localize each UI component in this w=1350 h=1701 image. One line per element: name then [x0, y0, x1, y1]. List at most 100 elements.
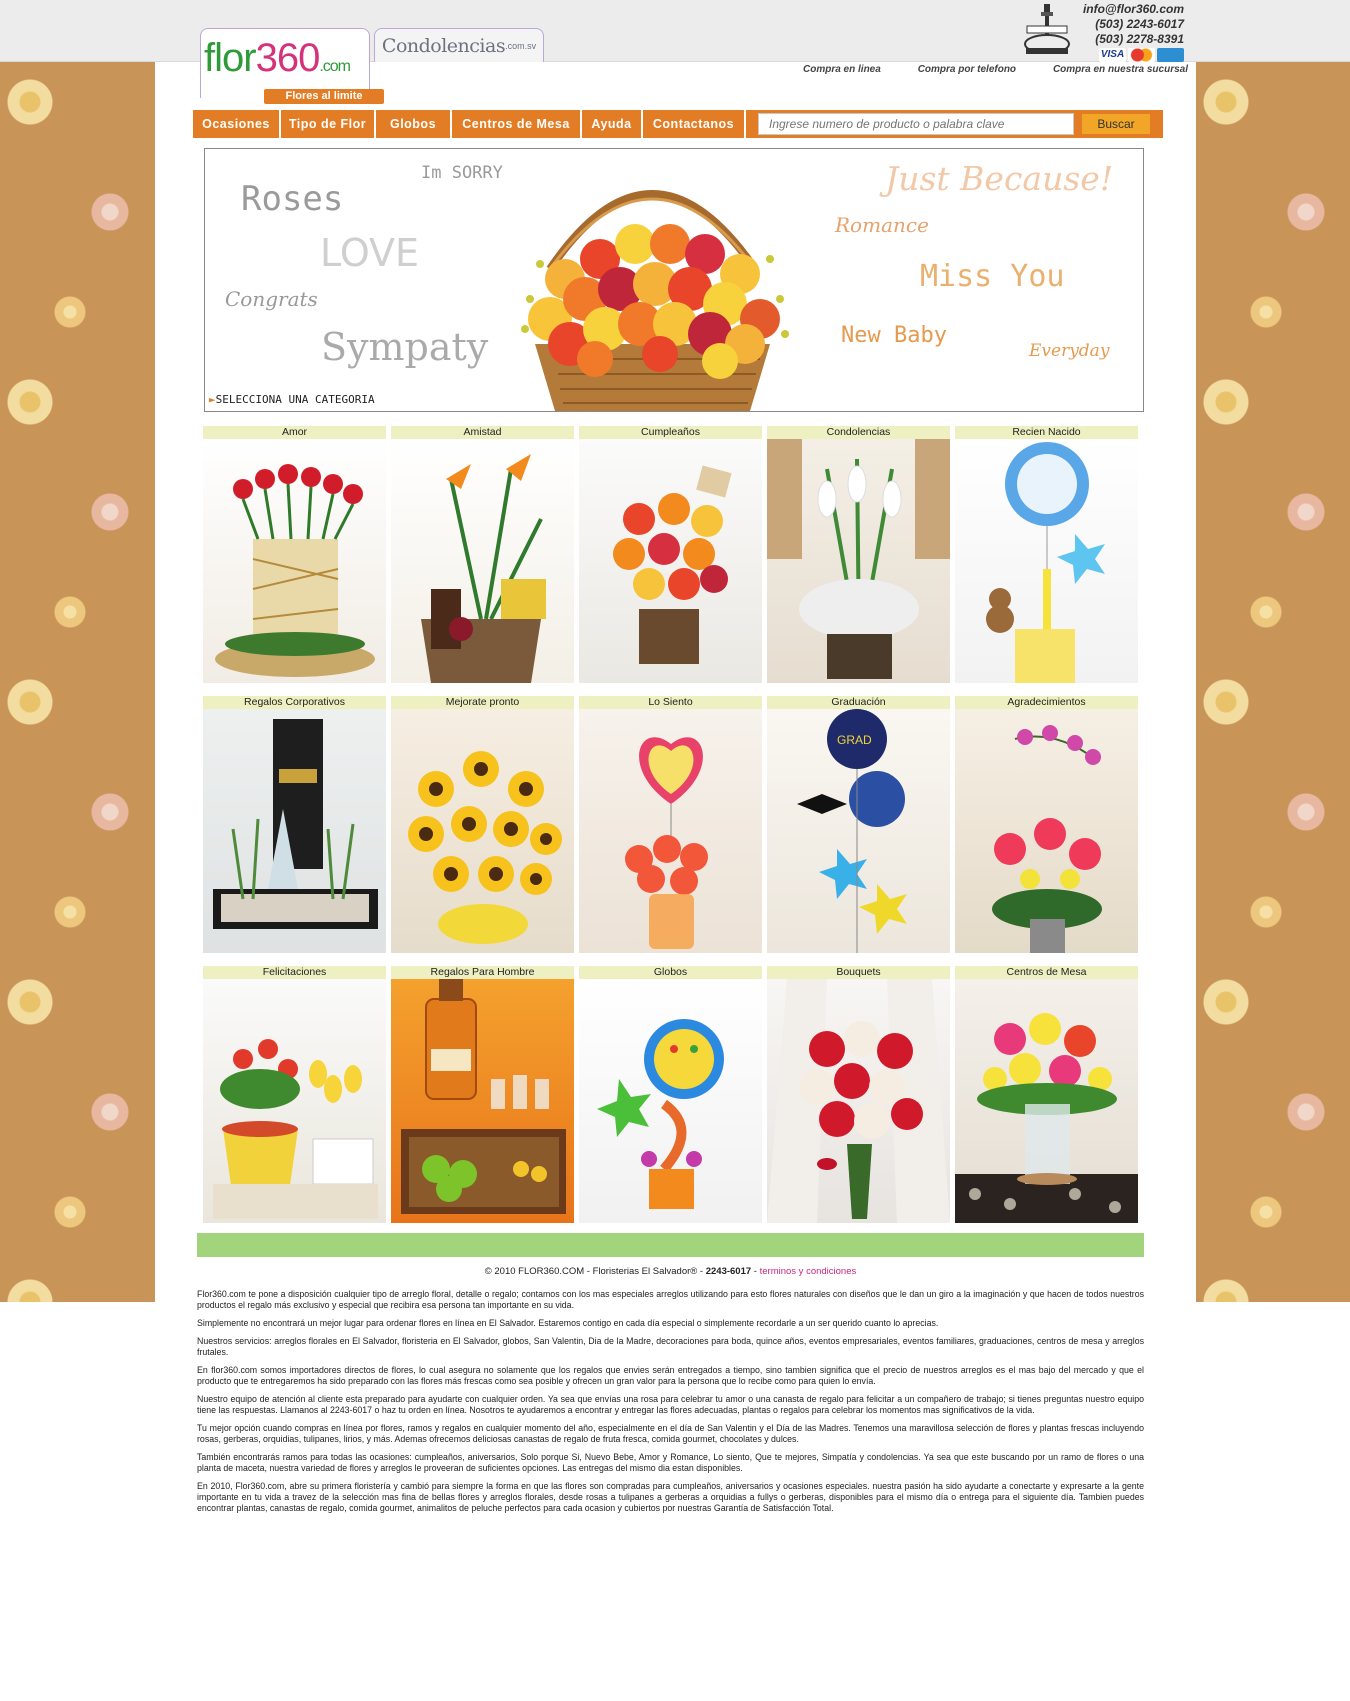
category-label[interactable]: Felicitaciones [203, 966, 386, 979]
nav-centros-de-mesa[interactable]: Centros de Mesa [452, 110, 582, 138]
category-image-recien-nacido[interactable] [955, 439, 1138, 683]
nav-ocasiones[interactable]: Ocasiones [193, 110, 281, 138]
orange-arrow-icon: ► [209, 393, 216, 406]
banner-word-just-because[interactable]: Just Because! [885, 159, 1113, 198]
condolencias-tab[interactable]: Condolencias .com.sv [374, 28, 544, 62]
search-input[interactable] [758, 113, 1074, 135]
banner-word-everyday[interactable]: Everyday [1029, 341, 1109, 361]
category-image-agradecimientos[interactable] [955, 709, 1138, 953]
copyright-line: © 2010 FLOR360.COM - Floristerias El Sal… [197, 1266, 1144, 1277]
category-image-regalos-corporativos[interactable] [203, 709, 386, 953]
visa-card-icon: VISA [1099, 48, 1126, 62]
category-card-recien-nacido[interactable]: Recien Nacido [955, 426, 1138, 684]
payment-cards: VISA [1074, 48, 1184, 62]
seo-paragraph: Simplemente no encontrará un mejor lugar… [197, 1318, 939, 1328]
category-label[interactable]: Amistad [391, 426, 574, 439]
category-card-felicitaciones[interactable]: Felicitaciones [203, 966, 386, 1224]
buy-mode-phone: Compra por telefono [917, 64, 1017, 75]
buy-modes: Compra en linea Compra por telefono Comp… [803, 64, 1188, 75]
banner-word-roses[interactable]: Roses [241, 179, 343, 219]
category-label[interactable]: Amor [203, 426, 386, 439]
seo-paragraph: Flor360.com te pone a disposición cualqu… [197, 1289, 1144, 1310]
contact-email[interactable]: info@flor360.com [1074, 2, 1184, 17]
hero-banner[interactable]: Roses Im SORRY LOVE Congrats Sympaty Jus… [204, 148, 1144, 412]
banner-word-congrats[interactable]: Congrats [225, 287, 318, 311]
category-card-graduacion[interactable]: Graduación GRAD [767, 696, 950, 954]
copyright-phone: 2243-6017 [705, 1266, 752, 1277]
copyright-text: © 2010 FLOR360.COM - Floristerias El Sal… [484, 1266, 704, 1277]
category-label[interactable]: Recien Nacido [955, 426, 1138, 439]
category-card-regalos-para-hombre[interactable]: Regalos Para Hombre [391, 966, 574, 1224]
select-category-text: SELECCIONA UNA CATEGORIA [215, 393, 375, 406]
nav-contactanos[interactable]: Contactanos [643, 110, 746, 138]
category-image-amor[interactable] [203, 439, 386, 683]
site-logo[interactable]: flor360.com Flores al limite [204, 38, 384, 104]
banner-word-new-baby[interactable]: New Baby [841, 323, 947, 348]
category-card-cumpleanos[interactable]: Cumpleaños [579, 426, 762, 684]
category-image-amistad[interactable] [391, 439, 574, 683]
copyright-dash: - [753, 1266, 757, 1277]
buy-mode-online: Compra en linea [803, 64, 881, 75]
category-image-graduacion[interactable]: GRAD [767, 709, 950, 953]
select-category-cta[interactable]: ►SELECCIONA UNA CATEGORIA [209, 393, 375, 406]
nav-globos[interactable]: Globos [376, 110, 452, 138]
category-image-mejorate-pronto[interactable] [391, 709, 574, 953]
seo-paragraph: En 2010, Flor360.com, abre su primera fl… [197, 1481, 1144, 1513]
category-label[interactable]: Bouquets [767, 966, 950, 979]
banner-word-sympaty[interactable]: Sympaty [321, 325, 488, 369]
category-card-bouquets[interactable]: Bouquets [767, 966, 950, 1224]
category-label[interactable]: Regalos Corporativos [203, 696, 386, 709]
category-label[interactable]: Mejorate pronto [391, 696, 574, 709]
category-image-globos[interactable] [579, 979, 762, 1223]
category-image-cumpleanos[interactable] [579, 439, 762, 683]
contact-block: info@flor360.com (503) 2243-6017 (503) 2… [1074, 2, 1184, 62]
nav-ayuda[interactable]: Ayuda [582, 110, 643, 138]
category-label[interactable]: Cumpleaños [579, 426, 762, 439]
category-card-mejorate-pronto[interactable]: Mejorate pronto [391, 696, 574, 954]
category-card-centros-de-mesa[interactable]: Centros de Mesa [955, 966, 1138, 1224]
logo-tagline: Flores al limite [264, 89, 384, 104]
logo-part-360: 360 [255, 36, 321, 80]
flower-basket-image [521, 190, 789, 411]
contact-phone-2: (503) 2278-8391 [1095, 32, 1184, 46]
banner-word-miss-you[interactable]: Miss You [920, 259, 1065, 294]
banner-word-love[interactable]: LOVE [320, 231, 419, 275]
seo-text-block: Flor360.com te pone a disposición cualqu… [197, 1289, 1144, 1521]
terms-link[interactable]: terminos y condiciones [760, 1266, 857, 1277]
category-card-regalos-corporativos[interactable]: Regalos Corporativos [203, 696, 386, 954]
amex-card-icon [1157, 48, 1184, 62]
category-label[interactable]: Regalos Para Hombre [391, 966, 574, 979]
category-card-globos[interactable]: Globos [579, 966, 762, 1224]
condolencias-link[interactable]: Condolencias [382, 35, 506, 57]
category-label[interactable]: Lo Siento [579, 696, 762, 709]
gran-via-logo-icon [1024, 4, 1070, 54]
category-label[interactable]: Graduación [767, 696, 950, 709]
category-image-felicitaciones[interactable] [203, 979, 386, 1223]
category-image-condolencias[interactable] [767, 439, 950, 683]
logo-part-com: .com [319, 58, 351, 75]
logo-part-flor: flor [204, 36, 257, 80]
main-nav: Ocasiones Tipo de Flor Globos Centros de… [193, 110, 1163, 138]
seo-paragraph: También encontrarás ramos para todas las… [197, 1452, 1144, 1473]
seo-paragraph: En flor360.com somos importadores direct… [197, 1365, 1144, 1386]
category-label[interactable]: Centros de Mesa [955, 966, 1138, 979]
svg-text:GRAD: GRAD [837, 733, 872, 747]
banner-word-romance[interactable]: Romance [835, 213, 929, 237]
category-image-regalos-para-hombre[interactable] [391, 979, 574, 1223]
category-image-lo-siento[interactable] [579, 709, 762, 953]
seo-paragraph: Nuestro equipo de atención al cliente es… [197, 1394, 1144, 1415]
category-label[interactable]: Condolencias [767, 426, 950, 439]
category-label[interactable]: Agradecimientos [955, 696, 1138, 709]
category-card-agradecimientos[interactable]: Agradecimientos [955, 696, 1138, 954]
category-image-centros-de-mesa[interactable] [955, 979, 1138, 1223]
category-image-bouquets[interactable] [767, 979, 950, 1223]
category-card-lo-siento[interactable]: Lo Siento [579, 696, 762, 954]
search-button[interactable]: Buscar [1082, 114, 1150, 134]
contact-phone-1: (503) 2243-6017 [1095, 17, 1184, 31]
seo-paragraph: Tu mejor opción cuando compras en línea … [197, 1423, 1144, 1444]
category-card-amistad[interactable]: Amistad [391, 426, 574, 684]
category-card-condolencias[interactable]: Condolencias [767, 426, 950, 684]
category-card-amor[interactable]: Amor [203, 426, 386, 684]
category-label[interactable]: Globos [579, 966, 762, 979]
nav-tipo-de-flor[interactable]: Tipo de Flor [281, 110, 376, 138]
